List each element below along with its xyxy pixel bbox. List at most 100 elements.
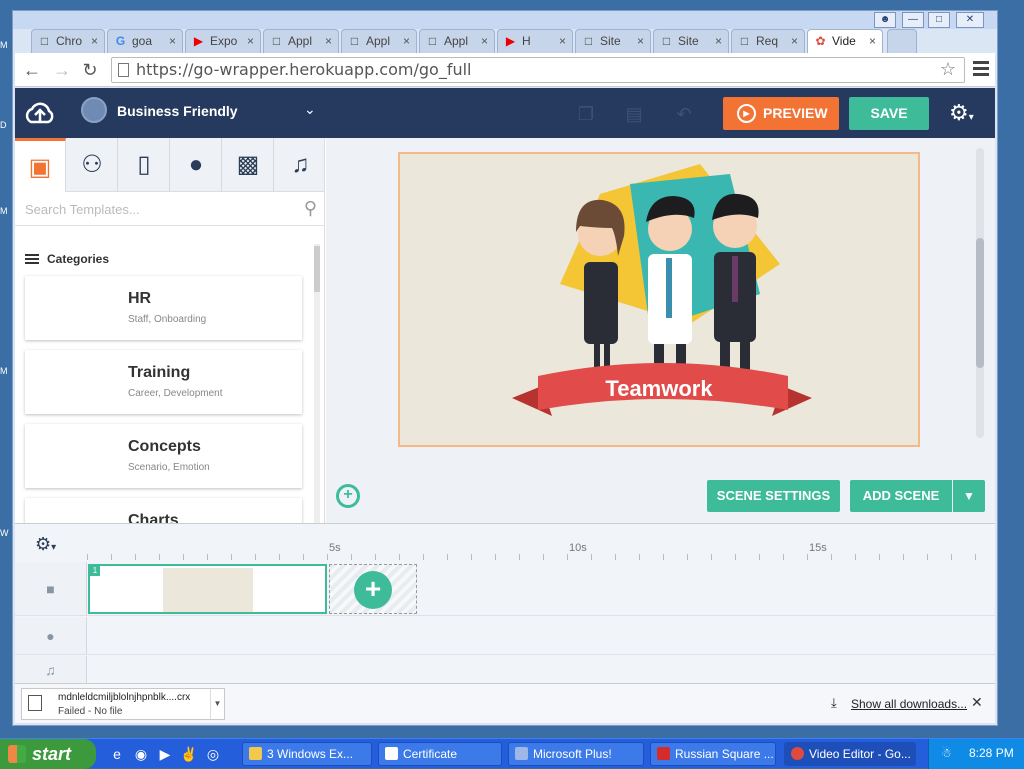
close-tab-icon[interactable]: × bbox=[869, 30, 876, 52]
time-marker: 10s bbox=[569, 542, 587, 554]
media-player-icon[interactable]: ▶ bbox=[156, 745, 174, 763]
chart-icon[interactable]: ▩ bbox=[223, 138, 274, 192]
tab[interactable]: □ Appl × bbox=[341, 29, 417, 53]
list-item[interactable]: Concepts Scenario, Emotion bbox=[25, 424, 302, 488]
close-tab-icon[interactable]: × bbox=[403, 30, 410, 52]
tab[interactable]: □ Site × bbox=[575, 29, 651, 53]
minimize-button[interactable]: — bbox=[902, 12, 924, 28]
copy-icon[interactable]: ❐ bbox=[575, 103, 597, 125]
gear-icon[interactable]: ⚙▾ bbox=[35, 534, 56, 555]
timeline-ruler[interactable]: 5s 10s 15s bbox=[87, 524, 995, 560]
taskbar-item[interactable]: Russian Square ... bbox=[650, 742, 776, 766]
undo-icon[interactable]: ↶ bbox=[673, 103, 695, 125]
scrollbar[interactable] bbox=[976, 148, 984, 438]
start-button[interactable]: start bbox=[0, 739, 96, 769]
chevron-down-icon[interactable]: ⌄ bbox=[304, 101, 316, 118]
tab[interactable]: ▶ H × bbox=[497, 29, 573, 53]
gear-icon[interactable]: ⚙▾ bbox=[949, 100, 974, 126]
quicklaunch-icon[interactable]: ✌ bbox=[180, 745, 198, 763]
tab[interactable]: Ggoa × bbox=[107, 29, 183, 53]
show-all-downloads-link[interactable]: ⤓ Show all downloads... bbox=[829, 695, 967, 711]
tab-title: Chro bbox=[56, 34, 83, 48]
tab[interactable]: ▶ Expo × bbox=[185, 29, 261, 53]
search-icon[interactable]: ⚲ bbox=[304, 198, 317, 219]
close-tab-icon[interactable]: × bbox=[791, 30, 798, 52]
center-man-figure bbox=[646, 196, 695, 374]
close-tab-icon[interactable]: × bbox=[559, 30, 566, 52]
list-item[interactable]: Training Career, Development bbox=[25, 350, 302, 414]
address-bar[interactable]: https://go-wrapper.herokuapp.com/go_full… bbox=[111, 57, 965, 83]
close-tab-icon[interactable]: × bbox=[325, 30, 332, 52]
preview-button[interactable]: ▶ PREVIEW bbox=[723, 97, 839, 130]
taskbar-item[interactable]: Certificate bbox=[378, 742, 502, 766]
close-tab-icon[interactable]: × bbox=[715, 30, 722, 52]
add-scene-button[interactable]: ADD SCENE bbox=[850, 480, 952, 512]
tab[interactable]: □ Req × bbox=[731, 29, 805, 53]
close-icon[interactable]: ✕ bbox=[971, 694, 983, 711]
scene-clip[interactable]: 1 bbox=[88, 564, 327, 614]
chevron-down-icon[interactable]: ▼ bbox=[210, 689, 224, 719]
back-icon[interactable]: ← bbox=[21, 59, 43, 81]
text-bubble-icon[interactable]: ● bbox=[171, 138, 222, 192]
browser-window: ☻ — □ ✕ □ Chro × Ggoa × ▶ Expo × □ Appl × □ Appl… bbox=[12, 10, 998, 726]
close-tab-icon[interactable]: × bbox=[247, 30, 254, 52]
scene-number: 1 bbox=[90, 566, 100, 576]
taskbar-item[interactable]: 3 Windows Ex... bbox=[242, 742, 372, 766]
tab[interactable]: □ Chro × bbox=[31, 29, 105, 53]
network-icon[interactable]: ☃ bbox=[941, 746, 952, 760]
tab-active[interactable]: ✿ Vide × bbox=[807, 29, 883, 53]
quicklaunch-icon[interactable]: ◉ bbox=[132, 745, 150, 763]
paste-icon[interactable]: ▤ bbox=[623, 103, 645, 125]
close-tab-icon[interactable]: × bbox=[169, 30, 176, 52]
scrollbar[interactable] bbox=[314, 244, 320, 523]
close-tab-icon[interactable]: × bbox=[91, 30, 98, 52]
tab[interactable]: □ Appl × bbox=[419, 29, 495, 53]
taskbar-item[interactable]: Video Editor - Go... bbox=[784, 742, 916, 766]
add-scene-slot[interactable]: + bbox=[329, 564, 417, 614]
music-icon[interactable]: ♫ bbox=[275, 138, 324, 192]
scene-canvas[interactable]: Teamwork bbox=[398, 152, 920, 447]
new-tab-button[interactable] bbox=[887, 29, 917, 53]
category-title: Concepts bbox=[128, 438, 201, 455]
tab[interactable]: □ Appl × bbox=[263, 29, 339, 53]
close-button[interactable]: ✕ bbox=[956, 12, 984, 28]
close-tab-icon[interactable]: × bbox=[637, 30, 644, 52]
ie-icon[interactable]: e bbox=[108, 745, 126, 763]
app-icon bbox=[515, 747, 528, 760]
chevron-down-icon[interactable]: ▼ bbox=[953, 480, 985, 512]
tab-title: Expo bbox=[210, 34, 238, 48]
menu-icon[interactable] bbox=[973, 61, 989, 77]
search-input[interactable]: Search Templates... ⚲ bbox=[15, 192, 324, 226]
scene-settings-button[interactable]: SCENE SETTINGS bbox=[707, 480, 840, 512]
download-icon: ⤓ bbox=[831, 695, 837, 710]
reload-icon[interactable]: ↻ bbox=[79, 59, 101, 81]
image-icon[interactable]: ▣ bbox=[15, 138, 66, 192]
zoom-in-icon[interactable]: + bbox=[336, 484, 360, 508]
video-camera-icon: ■ bbox=[15, 562, 87, 615]
clock[interactable]: 8:28 PM bbox=[969, 746, 1014, 760]
taskbar: start e ◉ ▶ ✌ ◎ 3 Windows Ex... Certific… bbox=[0, 738, 1024, 769]
download-item[interactable]: mdnleldcmiljblolnjhpnblk....crx Failed -… bbox=[21, 688, 225, 720]
save-button[interactable]: SAVE bbox=[849, 97, 929, 130]
tab-title: Site bbox=[678, 34, 699, 48]
desktop-icon-label: M bbox=[0, 40, 8, 50]
list-item[interactable]: HR Staff, Onboarding bbox=[25, 276, 302, 340]
star-icon[interactable]: ☆ bbox=[940, 58, 956, 82]
tab[interactable]: □ Site × bbox=[653, 29, 729, 53]
close-tab-icon[interactable]: × bbox=[481, 30, 488, 52]
maximize-button[interactable]: □ bbox=[928, 12, 950, 28]
plus-icon[interactable]: + bbox=[354, 571, 392, 609]
device-icon[interactable]: ▯ bbox=[119, 138, 170, 192]
video-track: ■ 1 + bbox=[15, 562, 995, 616]
theme-name[interactable]: Business Friendly bbox=[117, 103, 238, 119]
banner-title: Teamwork bbox=[605, 376, 713, 401]
desktop-icon-label: M bbox=[0, 366, 8, 376]
forward-icon[interactable]: → bbox=[51, 59, 73, 81]
cloud-upload-icon[interactable] bbox=[23, 98, 57, 128]
user-icon[interactable]: ☻ bbox=[874, 12, 896, 28]
list-item[interactable]: Charts bbox=[25, 498, 302, 523]
taskbar-item[interactable]: Microsoft Plus! bbox=[508, 742, 644, 766]
chrome-icon[interactable]: ◎ bbox=[204, 745, 222, 763]
character-icon[interactable]: ⚇ bbox=[67, 138, 118, 192]
avatar[interactable] bbox=[81, 97, 107, 123]
